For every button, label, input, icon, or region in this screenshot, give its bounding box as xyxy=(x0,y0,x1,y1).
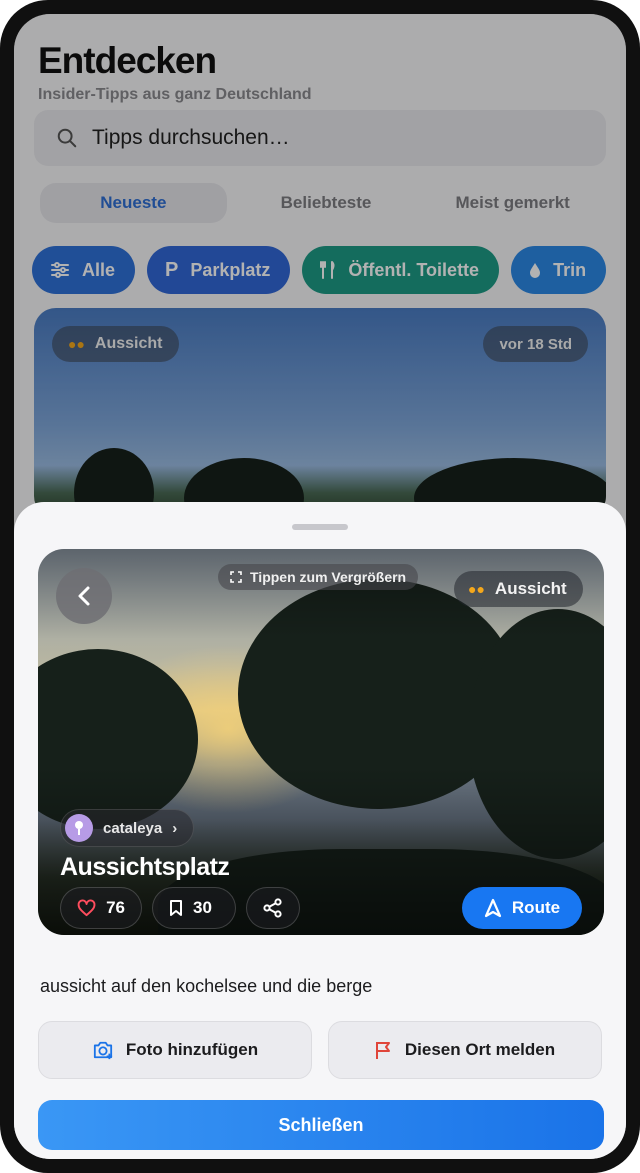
author-name: cataleya xyxy=(103,819,163,837)
chevron-left-icon xyxy=(78,586,90,606)
device-frame: Entdecken Insider-Tipps aus ganz Deutsch… xyxy=(0,0,640,1173)
place-photo[interactable]: Tippen zum Vergrößern ●● Aussicht catale… xyxy=(38,549,604,935)
user-icon xyxy=(75,821,83,835)
report-label: Diesen Ort melden xyxy=(404,1040,556,1059)
category-label: Aussicht xyxy=(494,579,567,598)
share-icon xyxy=(263,898,282,918)
heart-icon xyxy=(77,899,96,917)
binoculars-icon: ●● xyxy=(468,581,485,597)
enlarge-hint[interactable]: Tippen zum Vergrößern xyxy=(218,564,419,590)
report-place-button[interactable]: Diesen Ort melden xyxy=(328,1021,602,1079)
place-title: Aussichtsplatz xyxy=(60,853,230,881)
category-badge: ●● Aussicht xyxy=(454,571,583,607)
flag-icon xyxy=(375,1042,390,1059)
author-link[interactable]: cataleya › xyxy=(60,809,195,847)
navigation-arrow-icon xyxy=(484,898,502,918)
close-button[interactable]: Schließen xyxy=(38,1100,604,1150)
detail-sheet: Tippen zum Vergrößern ●● Aussicht catale… xyxy=(14,502,626,1159)
like-count: 76 xyxy=(106,898,125,917)
chevron-right-icon: › xyxy=(172,819,178,837)
enlarge-hint-label: Tippen zum Vergrößern xyxy=(250,569,407,585)
expand-icon xyxy=(230,571,242,583)
place-description: aussicht auf den kochelsee und die berge xyxy=(40,976,373,996)
add-photo-button[interactable]: Foto hinzufügen xyxy=(38,1021,312,1079)
back-button[interactable] xyxy=(56,568,112,624)
bookmark-icon xyxy=(170,900,182,916)
share-button[interactable] xyxy=(246,887,300,929)
add-photo-label: Foto hinzufügen xyxy=(125,1040,259,1059)
sheet-grabber[interactable] xyxy=(292,524,348,530)
avatar xyxy=(65,814,93,842)
route-label: Route xyxy=(511,898,561,917)
bookmark-button[interactable]: 30 xyxy=(152,887,236,929)
screen: Entdecken Insider-Tipps aus ganz Deutsch… xyxy=(14,14,626,1159)
camera-plus-icon xyxy=(93,1041,112,1060)
like-button[interactable]: 76 xyxy=(60,887,142,929)
route-button[interactable]: Route xyxy=(462,887,582,929)
bookmark-count: 30 xyxy=(193,898,212,917)
